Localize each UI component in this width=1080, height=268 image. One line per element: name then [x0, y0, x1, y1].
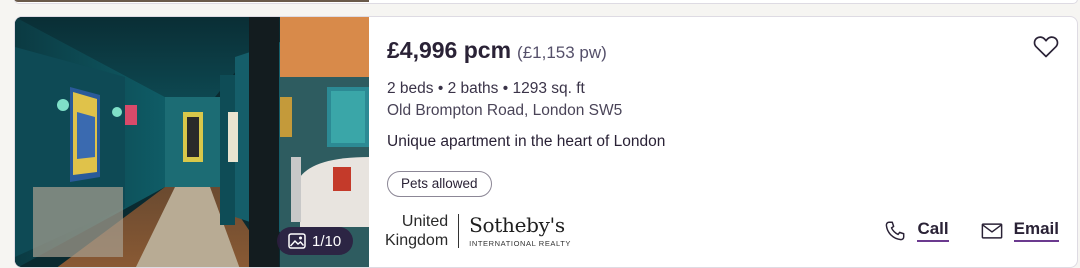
agent-divider [458, 214, 460, 248]
feature-tag: Pets allowed [387, 171, 492, 197]
monthly-price: £4,996 pcm [387, 37, 512, 63]
agent-region: United Kingdom [385, 212, 458, 250]
listing-details: £4,996 pcm (£1,153 pw) 2 beds • 2 baths … [385, 17, 1077, 267]
agent-brand-subtitle: INTERNATIONAL REALTY [469, 239, 572, 248]
email-button[interactable]: Email [981, 219, 1059, 242]
call-label: Call [917, 219, 949, 242]
weekly-price: (£1,153 pw) [517, 43, 607, 62]
agent-region-line1: United [401, 213, 449, 230]
image-icon [288, 233, 306, 249]
phone-icon [886, 221, 905, 240]
agent-logo[interactable]: United Kingdom Sotheby's INTERNATIONAL R… [385, 212, 571, 250]
envelope-icon [981, 222, 1002, 239]
heart-outline-icon[interactable] [1033, 35, 1059, 59]
listing-headline[interactable]: Unique apartment in the heart of London [387, 133, 665, 151]
listing-photo[interactable]: 1/10 [15, 17, 369, 267]
property-address: Old Brompton Road, London SW5 [387, 102, 623, 119]
photo-counter-text: 1/10 [312, 232, 342, 250]
price-row: £4,996 pcm (£1,153 pw) [387, 37, 607, 64]
previous-listing-photo [14, 0, 369, 2]
agent-region-line2: Kingdom [385, 232, 449, 249]
property-listing-card[interactable]: 1/10 £4,996 pcm (£1,153 pw) 2 beds • 2 b… [14, 16, 1078, 268]
photo-counter-badge[interactable]: 1/10 [277, 227, 354, 255]
call-button[interactable]: Call [884, 219, 949, 242]
agent-brand-name: Sotheby's [469, 213, 565, 237]
contact-actions: Call Email [884, 219, 1059, 242]
email-label: Email [1013, 219, 1059, 242]
property-specs: 2 beds • 2 baths • 1293 sq. ft [387, 80, 585, 97]
agent-brand: Sotheby's INTERNATIONAL REALTY [469, 214, 571, 248]
